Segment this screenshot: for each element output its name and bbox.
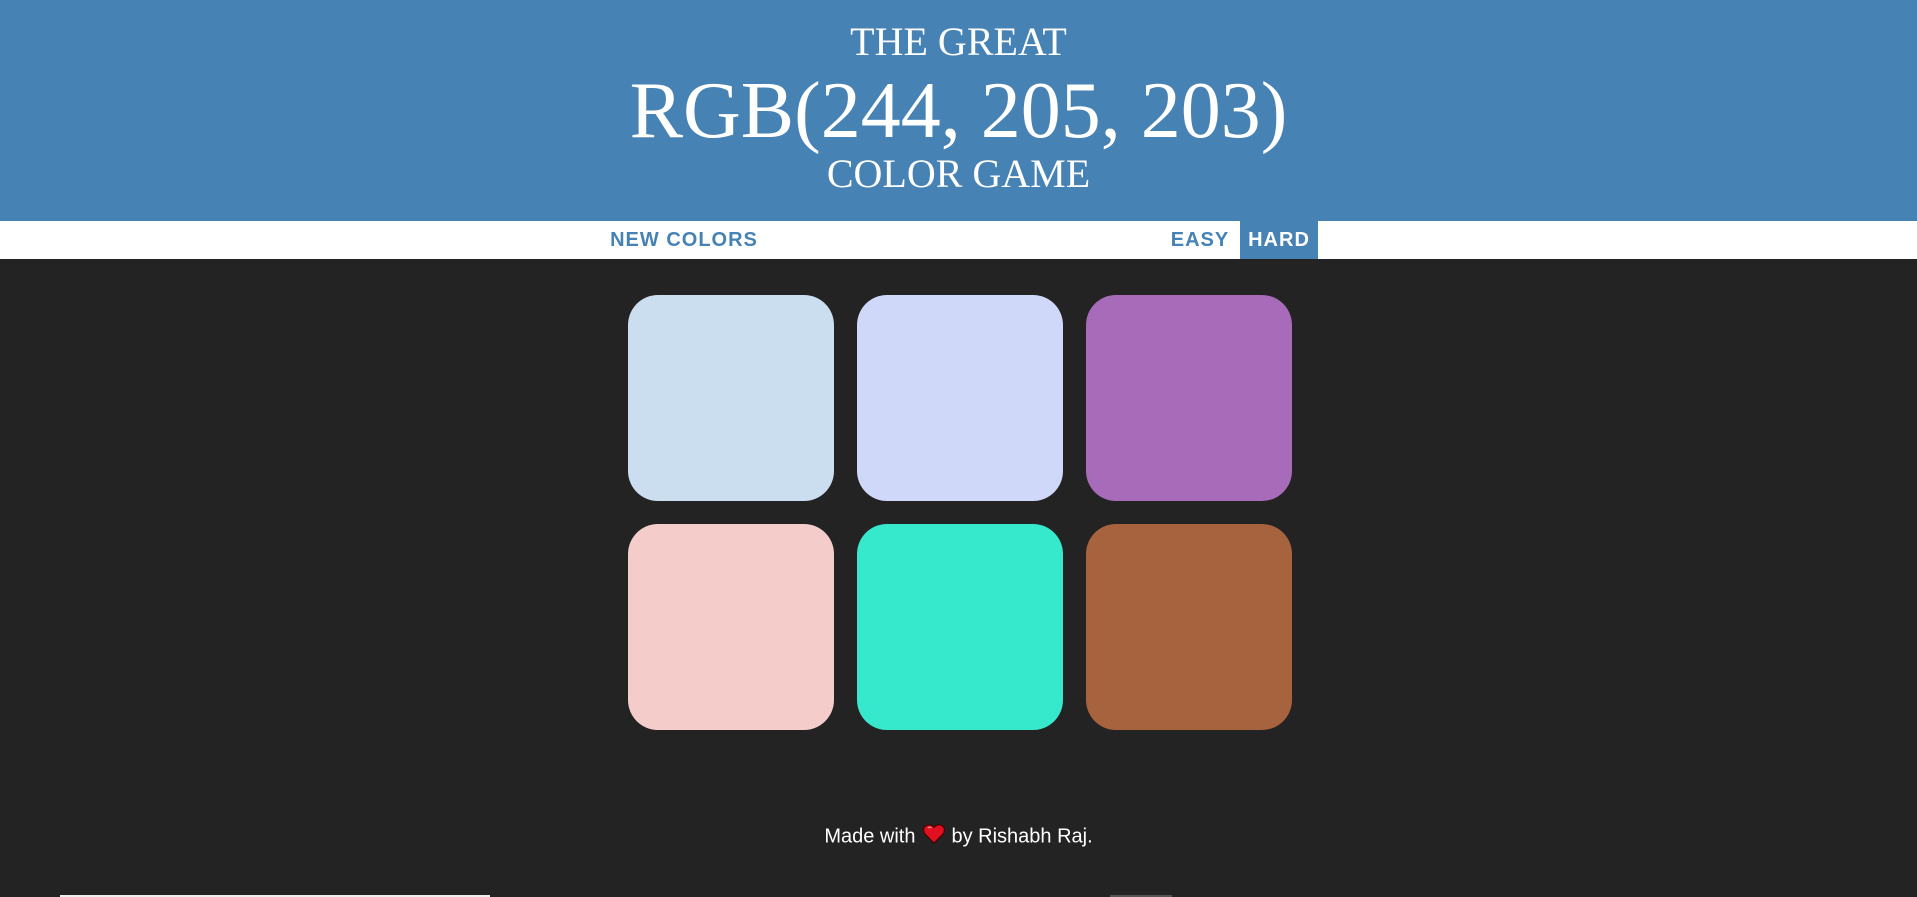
header: THE GREAT RGB(244, 205, 203) COLOR GAME — [0, 0, 1917, 221]
footer: Made with by Rishabh Raj. — [0, 824, 1917, 850]
color-square-3[interactable] — [1086, 295, 1292, 501]
color-square-2[interactable] — [857, 295, 1063, 501]
color-square-6[interactable] — [1086, 524, 1292, 730]
title-line-1: THE GREAT — [850, 19, 1067, 64]
title-line-3: COLOR GAME — [826, 151, 1091, 196]
easy-mode-button[interactable]: EASY — [1160, 221, 1240, 259]
heart-icon — [923, 824, 946, 850]
hard-mode-button[interactable]: HARD — [1240, 221, 1318, 259]
color-square-4[interactable] — [628, 524, 834, 730]
rgb-display: RGB(244, 205, 203) — [629, 67, 1288, 155]
footer-author: by Rishabh Raj. — [951, 825, 1093, 848]
new-colors-button[interactable]: NEW COLORS — [602, 221, 766, 259]
control-stripe: NEW COLORS EASY HARD — [0, 221, 1917, 259]
color-square-5[interactable] — [857, 524, 1063, 730]
footer-made-with: Made with — [824, 825, 916, 848]
color-square-1[interactable] — [628, 295, 834, 501]
